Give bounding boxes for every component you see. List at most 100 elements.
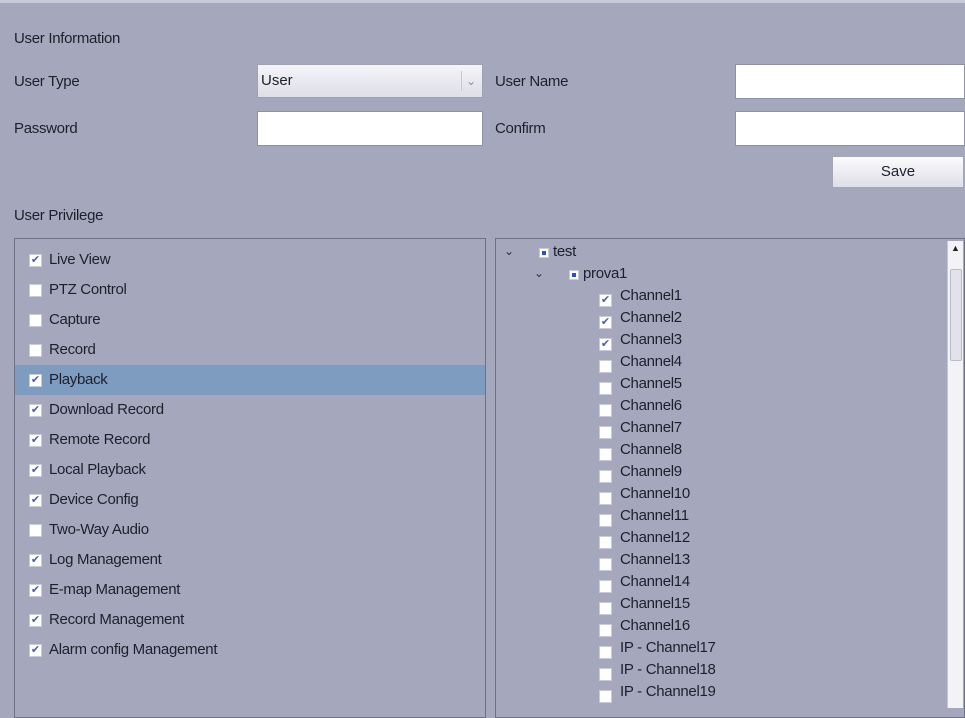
channel-checkbox[interactable]: ✔ — [599, 294, 612, 307]
channel-checkbox[interactable] — [599, 492, 612, 505]
chevron-down-icon: ⌄ — [465, 74, 476, 88]
privilege-checkbox[interactable]: ✔ — [29, 614, 42, 627]
channel-checkbox[interactable] — [599, 448, 612, 461]
privilege-item[interactable]: ✔ Record Management — [15, 605, 485, 635]
privilege-label: Remote Record — [49, 431, 151, 448]
privilege-label: Log Management — [49, 551, 162, 568]
channel-checkbox[interactable] — [599, 536, 612, 549]
chevron-down-icon[interactable]: ⌄ — [504, 244, 514, 258]
privilege-checkbox[interactable] — [29, 524, 42, 537]
privilege-checkbox[interactable]: ✔ — [29, 434, 42, 447]
select-divider — [461, 71, 462, 91]
channel-label: IP - Channel18 — [620, 661, 716, 678]
channel-item[interactable]: Channel4 — [496, 353, 936, 373]
privilege-checkbox[interactable]: ✔ — [29, 584, 42, 597]
confirm-password-input[interactable] — [735, 111, 965, 146]
channel-checkbox[interactable]: ✔ — [599, 316, 612, 329]
privilege-item[interactable]: ✔ Local Playback — [15, 455, 485, 485]
channel-label: Channel4 — [620, 353, 682, 370]
privilege-checkbox[interactable]: ✔ — [29, 464, 42, 477]
save-button[interactable]: Save — [832, 156, 964, 188]
scroll-up-icon[interactable]: ▲ — [948, 241, 963, 255]
privilege-item[interactable]: ✔ Log Management — [15, 545, 485, 575]
user-name-input[interactable] — [735, 64, 965, 99]
scroll-thumb[interactable] — [950, 269, 962, 361]
channel-checkbox[interactable] — [599, 690, 612, 703]
channel-item[interactable]: Channel6 — [496, 397, 936, 417]
privilege-item[interactable]: ✔ Live View — [15, 245, 485, 275]
privilege-item[interactable]: ✔ E-map Management — [15, 575, 485, 605]
privilege-checkbox[interactable]: ✔ — [29, 554, 42, 567]
tree-node-group[interactable]: ⌄ prova1 — [496, 265, 936, 283]
privilege-item[interactable]: Two-Way Audio — [15, 515, 485, 545]
channel-label: Channel15 — [620, 595, 690, 612]
channel-checkbox[interactable] — [599, 514, 612, 527]
channel-item[interactable]: Channel14 — [496, 573, 936, 593]
privilege-checkbox[interactable]: ✔ — [29, 254, 42, 267]
channel-checkbox[interactable] — [599, 426, 612, 439]
channel-label: Channel5 — [620, 375, 682, 392]
privilege-item[interactable]: ✔ Remote Record — [15, 425, 485, 455]
privilege-item[interactable]: PTZ Control — [15, 275, 485, 305]
channel-checkbox[interactable] — [599, 404, 612, 417]
channel-label: Channel6 — [620, 397, 682, 414]
channel-item[interactable]: ✔ Channel1 — [496, 287, 936, 307]
channel-item[interactable]: IP - Channel17 — [496, 639, 936, 659]
privilege-item[interactable]: ✔ Download Record — [15, 395, 485, 425]
channel-checkbox[interactable] — [599, 558, 612, 571]
tree-node-root[interactable]: ⌄ test — [496, 243, 936, 261]
channel-item[interactable]: ✔ Channel3 — [496, 331, 936, 351]
channel-checkbox[interactable] — [599, 360, 612, 373]
chevron-down-icon[interactable]: ⌄ — [534, 266, 544, 280]
channel-item[interactable]: Channel9 — [496, 463, 936, 483]
channel-item[interactable]: Channel13 — [496, 551, 936, 571]
channel-checkbox[interactable] — [599, 580, 612, 593]
privilege-label: Local Playback — [49, 461, 146, 478]
privilege-label: Playback — [49, 371, 108, 388]
channel-item[interactable]: IP - Channel18 — [496, 661, 936, 681]
channel-checkbox[interactable] — [599, 382, 612, 395]
channel-label: Channel1 — [620, 287, 682, 304]
user-type-select[interactable]: User ⌄ — [257, 64, 483, 98]
privilege-checkbox[interactable] — [29, 284, 42, 297]
channel-item[interactable]: IP - Channel19 — [496, 683, 936, 703]
channel-tree: ⌄ test ⌄ prova1 ✔ Channel1 ✔ Channel2 ✔ Chann… — [495, 238, 965, 718]
privilege-checkbox[interactable] — [29, 344, 42, 357]
privilege-item[interactable]: ✔ Device Config — [15, 485, 485, 515]
privilege-checkbox[interactable]: ✔ — [29, 644, 42, 657]
channel-item[interactable]: Channel10 — [496, 485, 936, 505]
channel-item[interactable]: ✔ Channel2 — [496, 309, 936, 329]
privilege-label: Live View — [49, 251, 111, 268]
channel-item[interactable]: Channel5 — [496, 375, 936, 395]
channel-item[interactable]: Channel11 — [496, 507, 936, 527]
user-type-label: User Type — [14, 73, 80, 90]
channel-item[interactable]: Channel8 — [496, 441, 936, 461]
privilege-item[interactable]: Capture — [15, 305, 485, 335]
channel-label: Channel3 — [620, 331, 682, 348]
channel-label: Channel12 — [620, 529, 690, 546]
password-input[interactable] — [257, 111, 483, 146]
channel-item[interactable]: Channel15 — [496, 595, 936, 615]
channel-checkbox[interactable] — [599, 646, 612, 659]
channel-checkbox[interactable]: ✔ — [599, 338, 612, 351]
privilege-checkbox[interactable] — [29, 314, 42, 327]
node-icon — [539, 248, 549, 258]
window-top-border — [0, 0, 965, 3]
user-information-title: User Information — [14, 30, 121, 47]
channel-checkbox[interactable] — [599, 602, 612, 615]
privilege-item[interactable]: Record — [15, 335, 485, 365]
privilege-item[interactable]: ✔ Playback — [15, 365, 485, 395]
channel-checkbox[interactable] — [599, 624, 612, 637]
channel-item[interactable]: Channel16 — [496, 617, 936, 637]
privilege-item[interactable]: ✔ Alarm config Management — [15, 635, 485, 665]
privilege-checkbox[interactable]: ✔ — [29, 404, 42, 417]
channel-item[interactable]: Channel12 — [496, 529, 936, 549]
channel-item[interactable]: Channel7 — [496, 419, 936, 439]
privilege-checkbox[interactable]: ✔ — [29, 374, 42, 387]
privilege-label: Alarm config Management — [49, 641, 218, 658]
channel-checkbox[interactable] — [599, 668, 612, 681]
privilege-checkbox[interactable]: ✔ — [29, 494, 42, 507]
tree-scrollbar[interactable]: ▲ — [947, 241, 963, 708]
channel-checkbox[interactable] — [599, 470, 612, 483]
privilege-label: Device Config — [49, 491, 139, 508]
